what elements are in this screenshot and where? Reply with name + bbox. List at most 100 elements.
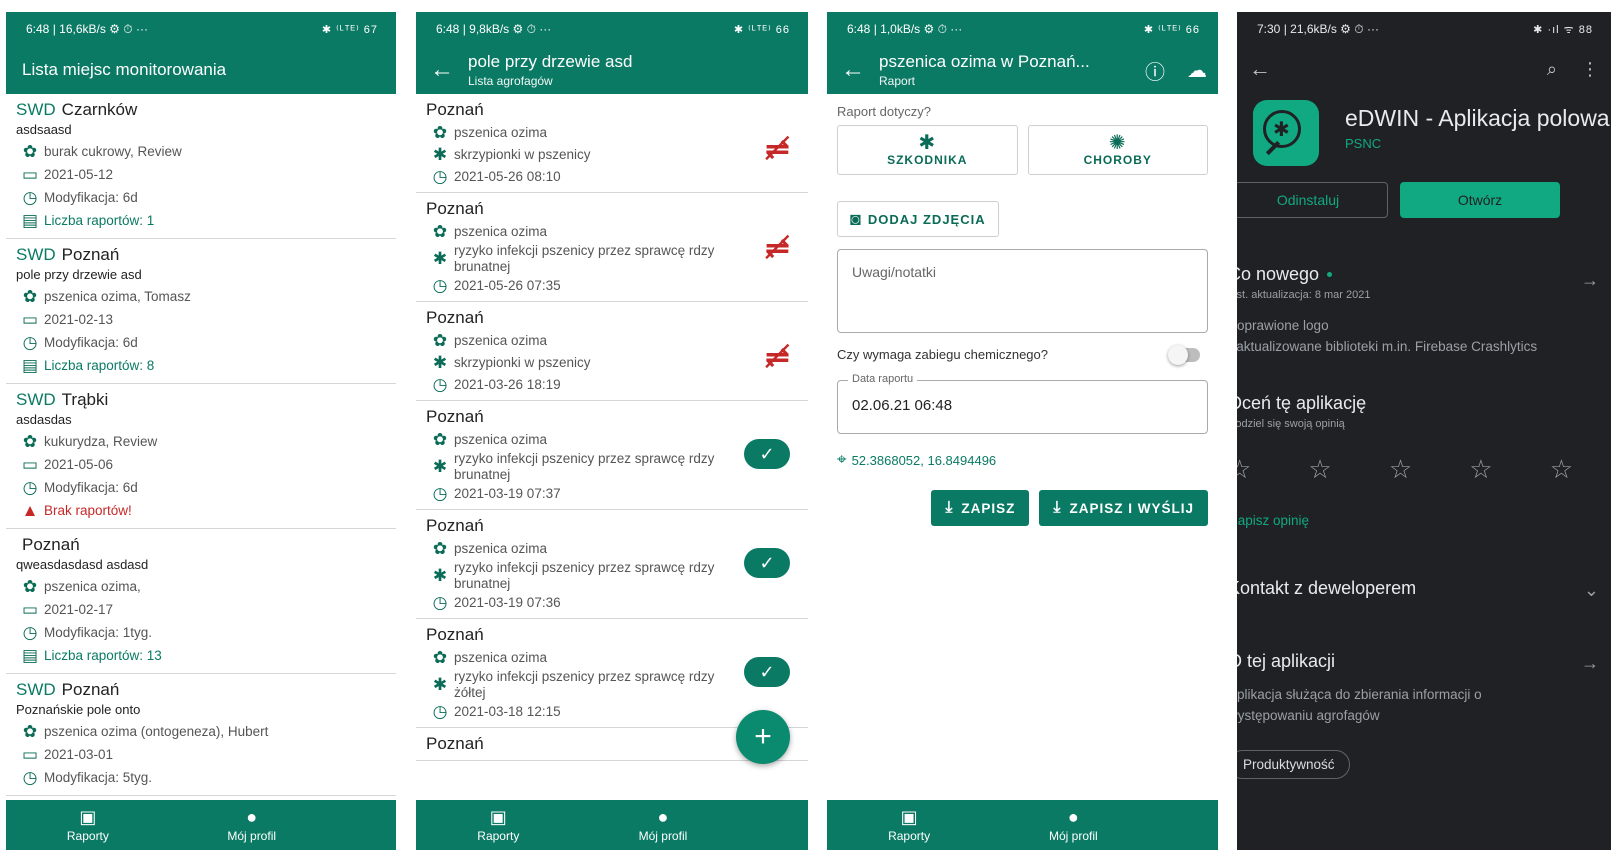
report-date-field[interactable]: Data raportu 02.06.21 06:48 bbox=[837, 373, 1208, 434]
help-icon[interactable]: ⓘ bbox=[1134, 56, 1176, 85]
write-review-link[interactable]: Napisz opinię bbox=[1237, 513, 1611, 528]
report-date-value: 02.06.21 06:48 bbox=[852, 397, 953, 414]
location-coords[interactable]: ⌖ 52.3868052, 16.8494496 bbox=[837, 450, 1208, 470]
back-arrow-icon[interactable]: ← bbox=[416, 56, 468, 84]
swd-label: SWD bbox=[16, 100, 56, 119]
nav-profile[interactable]: ● Mój profil bbox=[991, 800, 1155, 850]
app-bar: Lista miejsc monitorowania bbox=[6, 46, 396, 94]
bug-icon: ✱ bbox=[432, 457, 448, 476]
add-report-fab[interactable]: + bbox=[736, 710, 790, 764]
location: Poznań bbox=[426, 407, 484, 426]
nav-reports[interactable]: ▣ Raporty bbox=[827, 800, 991, 850]
notes-field[interactable]: Uwagi/notatki bbox=[837, 249, 1208, 333]
nav-profile[interactable]: ● Mój profil bbox=[581, 800, 746, 850]
status-bar: 6:48 | 9,8kB/s ⚙ ⏱ ··· ✱ ⁽ᴸᵀᴱ⁾ 66 bbox=[416, 12, 808, 46]
crop: pszenica ozima (ontogeneza), Hubert bbox=[44, 724, 269, 739]
star-icon[interactable]: ☆ bbox=[1237, 454, 1251, 485]
modified: Modyfikacja: 6d bbox=[44, 190, 138, 205]
pest-type-label: SZKODNIKA bbox=[887, 153, 968, 167]
location: Poznań bbox=[426, 625, 484, 644]
calendar-icon: ▭ bbox=[21, 744, 39, 764]
whats-new-date: Ost. aktualizacja: 8 mar 2021 bbox=[1237, 289, 1371, 301]
star-icon[interactable]: ☆ bbox=[1308, 454, 1331, 485]
nav-reports[interactable]: ▣ Raporty bbox=[416, 800, 581, 850]
swd-label: SWD bbox=[16, 245, 56, 264]
calendar-icon: ▭ bbox=[21, 454, 39, 474]
disease-type-button[interactable]: ✺ CHOROBY bbox=[1027, 125, 1208, 175]
about-section[interactable]: O tej aplikacji → Aplikacja służąca do z… bbox=[1237, 651, 1611, 726]
pest: ryzyko infekcji pszenicy przez sprawcę r… bbox=[454, 451, 715, 482]
person-icon: ● bbox=[657, 807, 669, 827]
list-item[interactable]: Poznań ✿ pszenica ozima ✱ ryzyko infekcji … bbox=[416, 401, 808, 510]
phone-pest-list: 6:48 | 9,8kB/s ⚙ ⏱ ··· ✱ ⁽ᴸᵀᴱ⁾ 66 ← pole… bbox=[416, 12, 808, 850]
bug-icon: ✱ bbox=[432, 353, 448, 372]
calendar-icon: ▭ bbox=[21, 164, 39, 184]
list-item[interactable]: SWD Trąbki asdasdas ✿ kukurydza, Review ▭ 2… bbox=[6, 384, 396, 529]
open-button[interactable]: Otwórz bbox=[1400, 182, 1560, 218]
list-item[interactable]: Poznań ✿ pszenica ozima ✱ skrzypionki w ps… bbox=[416, 94, 808, 193]
contact-section[interactable]: Kontakt z deweloperem ⌄ bbox=[1237, 578, 1611, 600]
list-item[interactable]: SWD Czarnków asdsaasd ✿ burak cukrowy, Rev… bbox=[6, 94, 396, 239]
clock-icon: ◷ bbox=[22, 332, 38, 352]
place-desc: pole przy drzewie asd bbox=[16, 267, 142, 282]
modified: Modyfikacja: 1tyg. bbox=[44, 625, 153, 640]
star-icon[interactable]: ☆ bbox=[1469, 454, 1492, 485]
uninstall-button[interactable]: Odinstaluj bbox=[1237, 182, 1388, 218]
pest: ryzyko infekcji pszenicy przez sprawcę r… bbox=[454, 560, 715, 591]
star-icon[interactable]: ☆ bbox=[1389, 454, 1412, 485]
place-desc: asdasdas bbox=[16, 412, 72, 427]
status-right: ✱ ⁽ᴸᵀᴱ⁾ 66 bbox=[733, 23, 790, 36]
nav-reports[interactable]: ▣ Raporty bbox=[6, 800, 170, 850]
list-item[interactable]: SWD Poznań pole przy drzewie asd ✿ pszenic… bbox=[6, 239, 396, 384]
pest-type-button[interactable]: ✱ SZKODNIKA bbox=[837, 125, 1018, 175]
list-item[interactable]: SWD Poznań Poznańskie pole onto ✿ pszenica… bbox=[6, 674, 396, 796]
crop: pszenica ozima bbox=[454, 541, 548, 556]
nav-reports-label: Raporty bbox=[477, 829, 520, 843]
coords-value: 52.3868052, 16.8494496 bbox=[851, 452, 997, 468]
more-icon[interactable]: ⋮ bbox=[1581, 59, 1599, 80]
virus-icon: ✺ bbox=[1108, 132, 1127, 154]
list-item[interactable]: Poznań ✿ pszenica ozima ✱ ryzyko infekcji … bbox=[416, 619, 808, 728]
status-right: ✱ ⁽ᴸᵀᴱ⁾ 67 bbox=[321, 23, 378, 36]
plant-icon: ✿ bbox=[22, 431, 38, 451]
page-subtitle: Raport bbox=[879, 74, 916, 88]
download-icon: ⤓ bbox=[945, 499, 954, 516]
status-left: 6:48 | 9,8kB/s ⚙ ⏱ ··· bbox=[436, 21, 552, 36]
list-item[interactable]: Poznań ✿ pszenica ozima ✱ ryzyko infekcji … bbox=[416, 193, 808, 302]
publisher-link[interactable]: PSNC bbox=[1345, 136, 1610, 151]
crop: kukurydza, Review bbox=[44, 434, 158, 449]
bug-icon: ✱ bbox=[432, 675, 448, 694]
star-icon[interactable]: ☆ bbox=[1550, 454, 1573, 485]
rate-title: Oceń tę aplikację bbox=[1237, 393, 1367, 413]
nav-profile-label: Mój profil bbox=[1048, 829, 1098, 843]
location: Poznań bbox=[426, 308, 484, 327]
list-item[interactable]: Poznań ✿ pszenica ozima ✱ skrzypionki w ps… bbox=[416, 302, 808, 401]
cloud-upload-icon[interactable]: ☁ bbox=[1176, 58, 1218, 83]
clock-icon: ◷ bbox=[432, 484, 448, 503]
category-chip[interactable]: Produktywność bbox=[1237, 750, 1350, 779]
clipboard-icon: ▣ bbox=[79, 807, 97, 827]
save-send-button[interactable]: ⤓ ZAPISZ I WYŚLIJ bbox=[1039, 490, 1208, 526]
back-arrow-icon[interactable]: ← bbox=[827, 56, 879, 84]
clock-icon: ◷ bbox=[432, 167, 448, 186]
list-item[interactable]: Poznań qweasdasdasd asdasd ✿ pszenica ozi… bbox=[6, 529, 396, 674]
reports-icon: ▤ bbox=[21, 355, 39, 375]
location: Poznań bbox=[426, 516, 484, 535]
nav-profile[interactable]: ● Mój profil bbox=[170, 800, 334, 850]
place-name: Czarnków bbox=[61, 100, 138, 119]
monitoring-list: SWD Czarnków asdsaasd ✿ burak cukrowy, Rev… bbox=[6, 94, 396, 796]
list-item[interactable]: Poznań ✿ pszenica ozima ✱ ryzyko infekcji … bbox=[416, 510, 808, 619]
chemical-toggle[interactable] bbox=[1168, 344, 1200, 365]
search-icon[interactable]: ⌕ bbox=[1547, 59, 1557, 80]
save-button[interactable]: ⤓ ZAPISZ bbox=[931, 490, 1030, 526]
arrow-right-icon: → bbox=[1581, 270, 1599, 290]
whats-new-section[interactable]: Co nowego Ost. aktualizacja: 8 mar 2021 … bbox=[1237, 264, 1611, 357]
page-title: pole przy drzewie asd bbox=[468, 52, 633, 71]
page-title: Lista miejsc monitorowania bbox=[22, 60, 227, 79]
clock-icon: ◷ bbox=[22, 767, 38, 787]
add-photo-button[interactable]: ◙ DODAJ ZDJĘCIA bbox=[837, 201, 999, 237]
back-arrow-icon[interactable]: ← bbox=[1249, 56, 1271, 82]
crop: pszenica ozima bbox=[454, 333, 548, 348]
clock-icon: ◷ bbox=[22, 477, 38, 497]
reports-count: Liczba raportów: 13 bbox=[44, 648, 162, 663]
